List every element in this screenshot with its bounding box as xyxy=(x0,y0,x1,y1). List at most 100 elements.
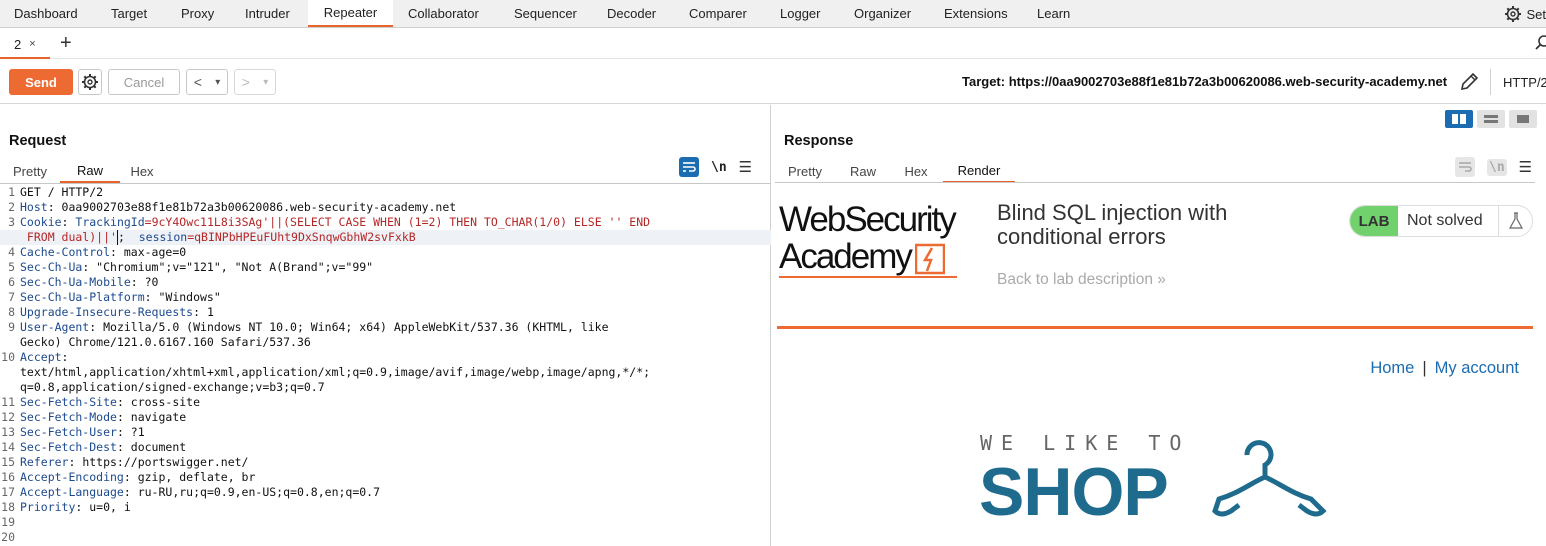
show-newlines-icon[interactable]: \n xyxy=(711,160,727,175)
response-title: Response xyxy=(784,133,854,149)
code-line: 6 Sec-Ch-Ua-Mobile: ?0 xyxy=(8,275,159,289)
response-tab-raw[interactable]: Raw xyxy=(837,159,889,183)
chevron-down-icon: ▾ xyxy=(263,76,269,88)
tab-dashboard[interactable]: Dashboard xyxy=(14,0,78,27)
request-pane: Request Pretty Raw Hex \n ☰ 1 GET / HTTP/… xyxy=(0,105,771,546)
wrap-lines-icon[interactable] xyxy=(1455,157,1475,177)
nav-separator: | xyxy=(1422,359,1427,377)
request-tab-pretty[interactable]: Pretty xyxy=(0,159,60,183)
tab-decoder[interactable]: Decoder xyxy=(607,0,656,27)
response-tab-render[interactable]: Render xyxy=(943,159,1015,183)
rendered-page: WebSecurity Academy Blind SQL injection … xyxy=(775,182,1535,546)
shop-tagline: WE LIKE TO xyxy=(980,431,1191,455)
tab-logger[interactable]: Logger xyxy=(780,0,820,27)
lightning-logo-icon xyxy=(914,243,945,275)
code-line: 20 xyxy=(1,530,15,544)
settings-label: Set xyxy=(1526,6,1546,22)
cancel-button[interactable]: Cancel xyxy=(108,69,180,95)
menu-icon[interactable]: ☰ xyxy=(739,158,752,176)
side-by-side-layout-icon[interactable] xyxy=(1445,110,1473,128)
response-tab-pretty[interactable]: Pretty xyxy=(773,159,837,183)
code-line: 5 Sec-Ch-Ua: "Chromium";v="121", "Not A(B… xyxy=(8,260,374,274)
code-line: FROM dual)||'; session =qBINPbHPEuFUht9Dx… xyxy=(0,230,771,245)
code-line: 13 Sec-Fetch-User: ?1 xyxy=(1,425,145,439)
close-tab-icon[interactable]: × xyxy=(29,38,35,50)
search-icon[interactable] xyxy=(1534,34,1546,52)
tab-learn[interactable]: Learn xyxy=(1037,0,1070,27)
code-line: 7 Sec-Ch-Ua-Platform: "Windows" xyxy=(8,290,221,304)
tab-comparer[interactable]: Comparer xyxy=(689,0,747,27)
header-divider xyxy=(777,326,1533,329)
main-tab-bar: Dashboard Target Proxy Intruder Repeater… xyxy=(0,0,1546,28)
double-chevron-icon: » xyxy=(1157,271,1166,288)
layout-toggle xyxy=(1445,110,1537,128)
history-forward-button[interactable]: > ▾ xyxy=(234,69,276,95)
code-line: 18 Priority: u=0, i xyxy=(1,500,131,514)
history-back-button[interactable]: < ▾ xyxy=(186,69,228,95)
back-to-lab-link[interactable]: Back to lab description » xyxy=(997,271,1166,289)
add-tab-button[interactable]: + xyxy=(60,32,72,55)
tab-proxy[interactable]: Proxy xyxy=(181,0,214,27)
tab-extensions[interactable]: Extensions xyxy=(944,0,1008,27)
shop-title: SHOP xyxy=(979,454,1169,530)
gear-icon xyxy=(82,74,98,90)
menu-icon[interactable]: ☰ xyxy=(1519,158,1532,176)
response-tab-hex[interactable]: Hex xyxy=(889,159,943,183)
code-line: 8 Upgrade-Insecure-Requests: 1 xyxy=(8,305,214,319)
target-url: Target: https://0aa9002703e88f1e81b72a3b… xyxy=(962,74,1448,89)
flask-icon xyxy=(1498,206,1532,236)
request-view-tabs: Pretty Raw Hex xyxy=(0,159,164,183)
tab-target[interactable]: Target xyxy=(111,0,147,27)
code-line: 4 Cache-Control: max-age=0 xyxy=(8,245,187,259)
tab-sequencer[interactable]: Sequencer xyxy=(514,0,577,27)
pencil-icon[interactable] xyxy=(1458,71,1480,93)
hanger-icon xyxy=(1212,440,1327,517)
send-options-button[interactable] xyxy=(78,69,102,95)
request-tab-raw[interactable]: Raw xyxy=(60,159,120,183)
gear-icon xyxy=(1505,6,1522,22)
repeater-tab-2[interactable]: 2 × xyxy=(0,31,50,59)
code-line: 15 Referer: https://portswigger.net/ xyxy=(1,455,249,469)
request-editor-icons: \n ☰ xyxy=(679,157,752,177)
my-account-link[interactable]: My account xyxy=(1435,359,1519,378)
code-line: 17 Accept-Language: ru-RU,ru;q=0.9,en-US;… xyxy=(1,485,381,499)
lab-status: Not solved xyxy=(1407,212,1483,229)
tab-collaborator[interactable]: Collaborator xyxy=(408,0,479,27)
settings-button[interactable]: Set xyxy=(1504,0,1546,28)
code-line: Gecko) Chrome/121.0.6167.160 Safari/537.… xyxy=(20,335,311,349)
back-arrow-icon: < xyxy=(193,74,202,90)
repeater-tab-label: 2 xyxy=(14,36,22,52)
tab-organizer[interactable]: Organizer xyxy=(854,0,911,27)
tab-intruder[interactable]: Intruder xyxy=(245,0,290,27)
chevron-down-icon: ▾ xyxy=(215,76,221,88)
protocol-label[interactable]: HTTP/2 xyxy=(1490,69,1546,95)
repeater-toolbar: Send Cancel < ▾ > ▾ Target: https://0aa9… xyxy=(0,60,1546,104)
lab-title: Blind SQL injection with conditional err… xyxy=(997,200,1228,249)
request-editor[interactable]: 1 GET / HTTP/2 2 Host: 0aa9002703e88f1e81b… xyxy=(0,183,771,546)
send-button[interactable]: Send xyxy=(9,69,73,95)
code-line: 14 Sec-Fetch-Dest: document xyxy=(1,440,187,454)
code-line: 11 Sec-Fetch-Site: cross-site xyxy=(1,395,201,409)
home-link[interactable]: Home xyxy=(1370,359,1414,378)
code-line: 19 xyxy=(1,515,15,529)
response-view-tabs: Pretty Raw Hex Render xyxy=(773,159,1015,183)
request-title: Request xyxy=(9,133,67,149)
code-line: 2 Host: 0aa9002703e88f1e81b72a3b00620086.… xyxy=(8,200,457,214)
lab-status-badge: LAB Not solved xyxy=(1349,205,1533,237)
web-security-academy-logo: WebSecurity Academy xyxy=(779,201,979,278)
wrap-lines-icon[interactable] xyxy=(679,157,699,177)
code-line: 1 GET / HTTP/2 xyxy=(8,185,104,199)
code-line: 16 Accept-Encoding: gzip, deflate, br xyxy=(1,470,256,484)
site-nav: Home | My account xyxy=(1370,359,1519,378)
response-pane: Response Pretty Raw Hex Render \n ☰ WebS… xyxy=(773,105,1546,546)
show-newlines-icon[interactable]: \n xyxy=(1487,158,1507,176)
tab-repeater[interactable]: Repeater xyxy=(308,0,393,27)
tabbed-layout-icon[interactable] xyxy=(1509,110,1537,128)
code-line: 9 User-Agent: Mozilla/5.0 (Windows NT 10.… xyxy=(8,320,609,334)
stacked-layout-icon[interactable] xyxy=(1477,110,1505,128)
logo-underline xyxy=(779,276,957,278)
code-line: 3 Cookie: TrackingId =9cY4Owc11L8i3SAg'||(… xyxy=(8,215,651,229)
request-tab-hex[interactable]: Hex xyxy=(120,159,164,183)
code-line: text/html,application/xhtml+xml,applicat… xyxy=(20,365,651,379)
code-line: q=0.8,application/signed-exchange;v=b3;q… xyxy=(20,380,325,394)
